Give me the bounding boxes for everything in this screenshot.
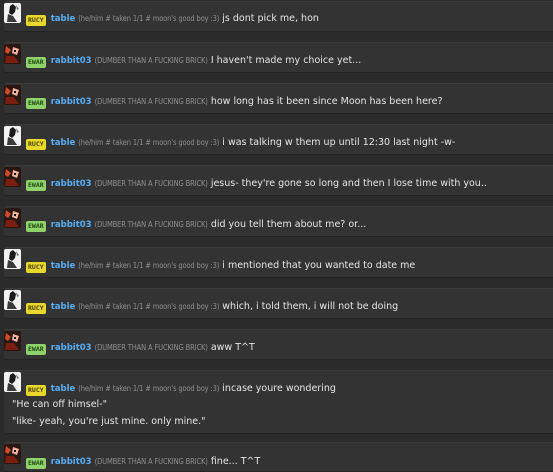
avatar-table[interactable]: [4, 3, 21, 23]
chat-message: EWAR rabbit03 (DUMBER THAN A FUCKING BRI…: [4, 83, 553, 114]
username[interactable]: table: [51, 384, 76, 394]
chat-message: RUCY table (he/him # taken 1/1 # moon's …: [4, 370, 553, 434]
message-text: i was talking w them up until 12:30 last…: [222, 137, 456, 148]
rank-badge: RUCY: [26, 15, 46, 26]
message-text: incase youre wondering: [222, 383, 336, 394]
chat-message: RUCY table (he/him # taken 1/1 # moon's …: [4, 124, 553, 155]
chat-log: RUCY table (he/him # taken 1/1 # moon's …: [0, 0, 553, 472]
username[interactable]: rabbit03: [51, 457, 92, 467]
chat-message: EWAR rabbit03 (DUMBER THAN A FUCKING BRI…: [4, 329, 553, 360]
message-line: RUCY table (he/him # taken 1/1 # moon's …: [26, 260, 415, 273]
user-bio: (DUMBER THAN A FUCKING BRICK): [94, 56, 208, 65]
username[interactable]: rabbit03: [51, 179, 92, 189]
message-text: i mentioned that you wanted to date me: [222, 260, 416, 271]
user-bio: (he/him # taken 1/1 # moon's good boy :3…: [78, 384, 220, 393]
avatar-rabbit03[interactable]: [4, 331, 21, 351]
username[interactable]: rabbit03: [51, 220, 92, 230]
user-bio: (he/him # taken 1/1 # moon's good boy :3…: [78, 14, 220, 23]
message-text: I haven't made my choice yet...: [210, 55, 362, 66]
avatar-table[interactable]: [4, 290, 21, 310]
user-bio: (DUMBER THAN A FUCKING BRICK): [94, 179, 208, 188]
message-text: did you tell them about me? or...: [210, 219, 367, 230]
user-bio: (he/him # taken 1/1 # moon's good boy :3…: [78, 261, 220, 270]
message-text: which, i told them, i will not be doing: [222, 301, 399, 312]
rank-badge: EWAR: [26, 57, 46, 68]
user-bio: (DUMBER THAN A FUCKING BRICK): [94, 343, 208, 352]
rank-badge: RUCY: [26, 303, 46, 314]
rank-badge: RUCY: [26, 385, 46, 396]
rank-badge: RUCY: [26, 139, 46, 150]
chat-message: RUCY table (he/him # taken 1/1 # moon's …: [4, 1, 553, 32]
avatar-rabbit03[interactable]: [4, 44, 21, 64]
avatar-table[interactable]: [4, 372, 21, 392]
rank-badge: EWAR: [26, 180, 46, 191]
username[interactable]: rabbit03: [51, 56, 92, 66]
username[interactable]: rabbit03: [51, 343, 92, 353]
chat-message: EWAR rabbit03 (DUMBER THAN A FUCKING BRI…: [4, 206, 553, 237]
chat-message: EWAR rabbit03 (DUMBER THAN A FUCKING BRI…: [4, 442, 553, 472]
message-text: how long has it been since Moon has been…: [210, 96, 443, 107]
chat-message: RUCY table (he/him # taken 1/1 # moon's …: [4, 288, 553, 319]
avatar-table[interactable]: [4, 249, 21, 269]
username[interactable]: table: [51, 138, 76, 148]
avatar-eye: [14, 450, 16, 452]
chat-message: EWAR rabbit03 (DUMBER THAN A FUCKING BRI…: [4, 42, 553, 73]
username[interactable]: table: [51, 302, 76, 312]
rank-badge: EWAR: [26, 98, 46, 109]
avatar-rabbit03[interactable]: [4, 167, 21, 187]
message-line: RUCY table (he/him # taken 1/1 # moon's …: [26, 137, 455, 150]
message-line: RUCY table (he/him # taken 1/1 # moon's …: [26, 13, 319, 26]
avatar-rabbit03[interactable]: [4, 208, 21, 228]
message-line: RUCY table (he/him # taken 1/1 # moon's …: [26, 301, 398, 314]
avatar-eye: [14, 337, 16, 339]
avatar-table[interactable]: [4, 126, 21, 146]
username[interactable]: table: [51, 14, 76, 24]
username[interactable]: table: [51, 261, 76, 271]
message-text: js dont pick me, hon: [222, 13, 319, 24]
user-bio: (he/him # taken 1/1 # moon's good boy :3…: [78, 302, 220, 311]
rank-badge: EWAR: [26, 221, 46, 232]
message-text: jesus- they're gone so long and then I l…: [210, 178, 487, 189]
message-line: EWAR rabbit03 (DUMBER THAN A FUCKING BRI…: [26, 96, 443, 109]
user-bio: (DUMBER THAN A FUCKING BRICK): [94, 97, 208, 106]
avatar-rabbit03[interactable]: [4, 85, 21, 105]
message-line: EWAR rabbit03 (DUMBER THAN A FUCKING BRI…: [26, 178, 487, 191]
message-line: EWAR rabbit03 (DUMBER THAN A FUCKING BRI…: [26, 219, 366, 232]
message-line: EWAR rabbit03 (DUMBER THAN A FUCKING BRI…: [26, 55, 361, 68]
avatar-eye: [14, 214, 16, 216]
message-text: fine... T^T: [210, 456, 261, 467]
message-extra-line: "He can off himsel-": [12, 399, 107, 410]
message-line: RUCY table (he/him # taken 1/1 # moon's …: [26, 383, 336, 396]
message-extra-line: "like- yeah, you're just mine. only mine…: [12, 416, 206, 427]
chat-message: EWAR rabbit03 (DUMBER THAN A FUCKING BRI…: [4, 165, 553, 196]
avatar-eye: [14, 91, 16, 93]
user-bio: (he/him # taken 1/1 # moon's good boy :3…: [78, 138, 220, 147]
rank-badge: EWAR: [26, 458, 46, 469]
chat-message: RUCY table (he/him # taken 1/1 # moon's …: [4, 247, 553, 278]
avatar-rabbit03[interactable]: [4, 444, 21, 464]
user-bio: (DUMBER THAN A FUCKING BRICK): [94, 220, 208, 229]
avatar-eye: [14, 50, 16, 52]
message-line: EWAR rabbit03 (DUMBER THAN A FUCKING BRI…: [26, 342, 255, 355]
rank-badge: RUCY: [26, 262, 46, 273]
message-line: EWAR rabbit03 (DUMBER THAN A FUCKING BRI…: [26, 456, 260, 469]
avatar-eye: [14, 173, 16, 175]
user-bio: (DUMBER THAN A FUCKING BRICK): [94, 457, 208, 466]
rank-badge: EWAR: [26, 344, 46, 355]
username[interactable]: rabbit03: [51, 97, 92, 107]
message-text: aww T^T: [210, 342, 255, 353]
